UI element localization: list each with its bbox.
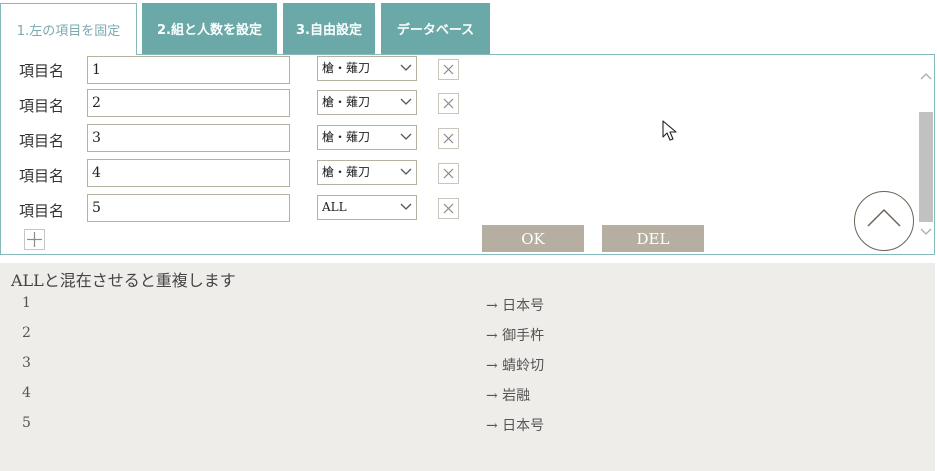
close-icon	[443, 98, 454, 109]
result-row: 4 → 岩融	[0, 380, 935, 410]
result-value: → 岩融	[486, 388, 531, 404]
category-select-value: 槍・薙刀	[322, 61, 371, 75]
item-row: 項目名 4 槍・薙刀	[1, 159, 601, 189]
remove-row-button[interactable]	[438, 93, 459, 114]
result-number: 1	[22, 295, 31, 311]
category-select[interactable]: ALL	[317, 195, 417, 220]
item-settings-panel: 項目名 1 槍・薙刀 項目名 2 槍・薙刀 項目名 3 槍・薙刀 項目名 4 槍…	[0, 54, 935, 255]
category-select[interactable]: 槍・薙刀	[317, 160, 417, 185]
item-row: 項目名 3 槍・薙刀	[1, 124, 601, 154]
remove-row-button[interactable]	[438, 59, 459, 80]
category-select-value: 槍・薙刀	[322, 95, 371, 109]
close-icon	[443, 64, 454, 75]
category-select[interactable]: 槍・薙刀	[317, 56, 417, 81]
item-name-label: 項目名	[19, 62, 65, 80]
result-value: → 蜻蛉切	[486, 358, 545, 374]
category-select-value: 槍・薙刀	[322, 165, 371, 179]
remove-row-button[interactable]	[438, 198, 459, 219]
close-icon	[443, 203, 454, 214]
chevron-down-icon	[400, 168, 412, 175]
scroll-up-arrow-icon[interactable]	[920, 71, 932, 81]
chevron-down-icon	[400, 64, 412, 71]
item-name-label: 項目名	[19, 167, 65, 185]
item-name-input[interactable]: 5	[87, 194, 290, 222]
result-row: 1 → 日本号	[0, 290, 935, 320]
ok-button[interactable]: OK	[482, 225, 584, 252]
result-number: 2	[22, 325, 31, 341]
result-number: 5	[22, 415, 31, 431]
close-icon	[443, 133, 454, 144]
result-row: 3 → 蜻蛉切	[0, 350, 935, 380]
item-name-input[interactable]: 2	[87, 89, 290, 117]
item-name-label: 項目名	[19, 202, 65, 220]
category-select[interactable]: 槍・薙刀	[317, 90, 417, 115]
item-name-input[interactable]: 4	[87, 159, 290, 187]
remove-row-button[interactable]	[438, 128, 459, 149]
chevron-up-icon	[867, 208, 901, 227]
scroll-to-top-button[interactable]	[854, 191, 914, 251]
duplicate-results-panel: ALLと混在させると重複します 1 → 日本号 2 → 御手杵 3 → 蜻蛉切 …	[0, 263, 935, 471]
result-number: 3	[22, 355, 31, 371]
scroll-down-arrow-icon[interactable]	[920, 227, 932, 237]
scrollbar-thumb[interactable]	[919, 112, 933, 222]
close-icon	[443, 168, 454, 179]
item-name-input[interactable]: 3	[87, 124, 290, 152]
item-row: 項目名 1 槍・薙刀	[1, 55, 601, 85]
category-select[interactable]: 槍・薙刀	[317, 125, 417, 150]
tab-free-settings[interactable]: 3.自由設定	[283, 3, 375, 54]
result-value: → 日本号	[486, 418, 545, 434]
item-name-label: 項目名	[19, 97, 65, 115]
chevron-down-icon	[400, 203, 412, 210]
item-row: 項目名 5 ALL	[1, 194, 601, 224]
chevron-down-icon	[400, 133, 412, 140]
result-value: → 御手杵	[486, 328, 545, 344]
category-select-value: ALL	[322, 200, 347, 214]
tab-fix-left-items[interactable]: 1.左の項目を固定	[0, 3, 137, 55]
del-button[interactable]: DEL	[602, 225, 704, 252]
category-select-value: 槍・薙刀	[322, 130, 371, 144]
tab-database[interactable]: データベース	[381, 3, 490, 54]
result-row: 2 → 御手杵	[0, 320, 935, 350]
results-title: ALLと混在させると重複します	[11, 271, 236, 290]
mouse-cursor-icon	[662, 120, 677, 141]
remove-row-button[interactable]	[438, 163, 459, 184]
item-row: 項目名 2 槍・薙刀	[1, 89, 601, 119]
tab-bar: 1.左の項目を固定 2.組と人数を設定 3.自由設定 データベース	[0, 0, 937, 55]
add-row-button[interactable]	[24, 229, 45, 250]
chevron-down-icon	[400, 98, 412, 105]
result-value: → 日本号	[486, 298, 545, 314]
result-row: 5 → 日本号	[0, 410, 935, 440]
item-name-label: 項目名	[19, 132, 65, 150]
plus-icon	[27, 232, 42, 247]
tab-groups-and-counts[interactable]: 2.組と人数を設定	[142, 3, 277, 54]
item-name-input[interactable]: 1	[87, 56, 290, 84]
result-number: 4	[22, 385, 31, 401]
